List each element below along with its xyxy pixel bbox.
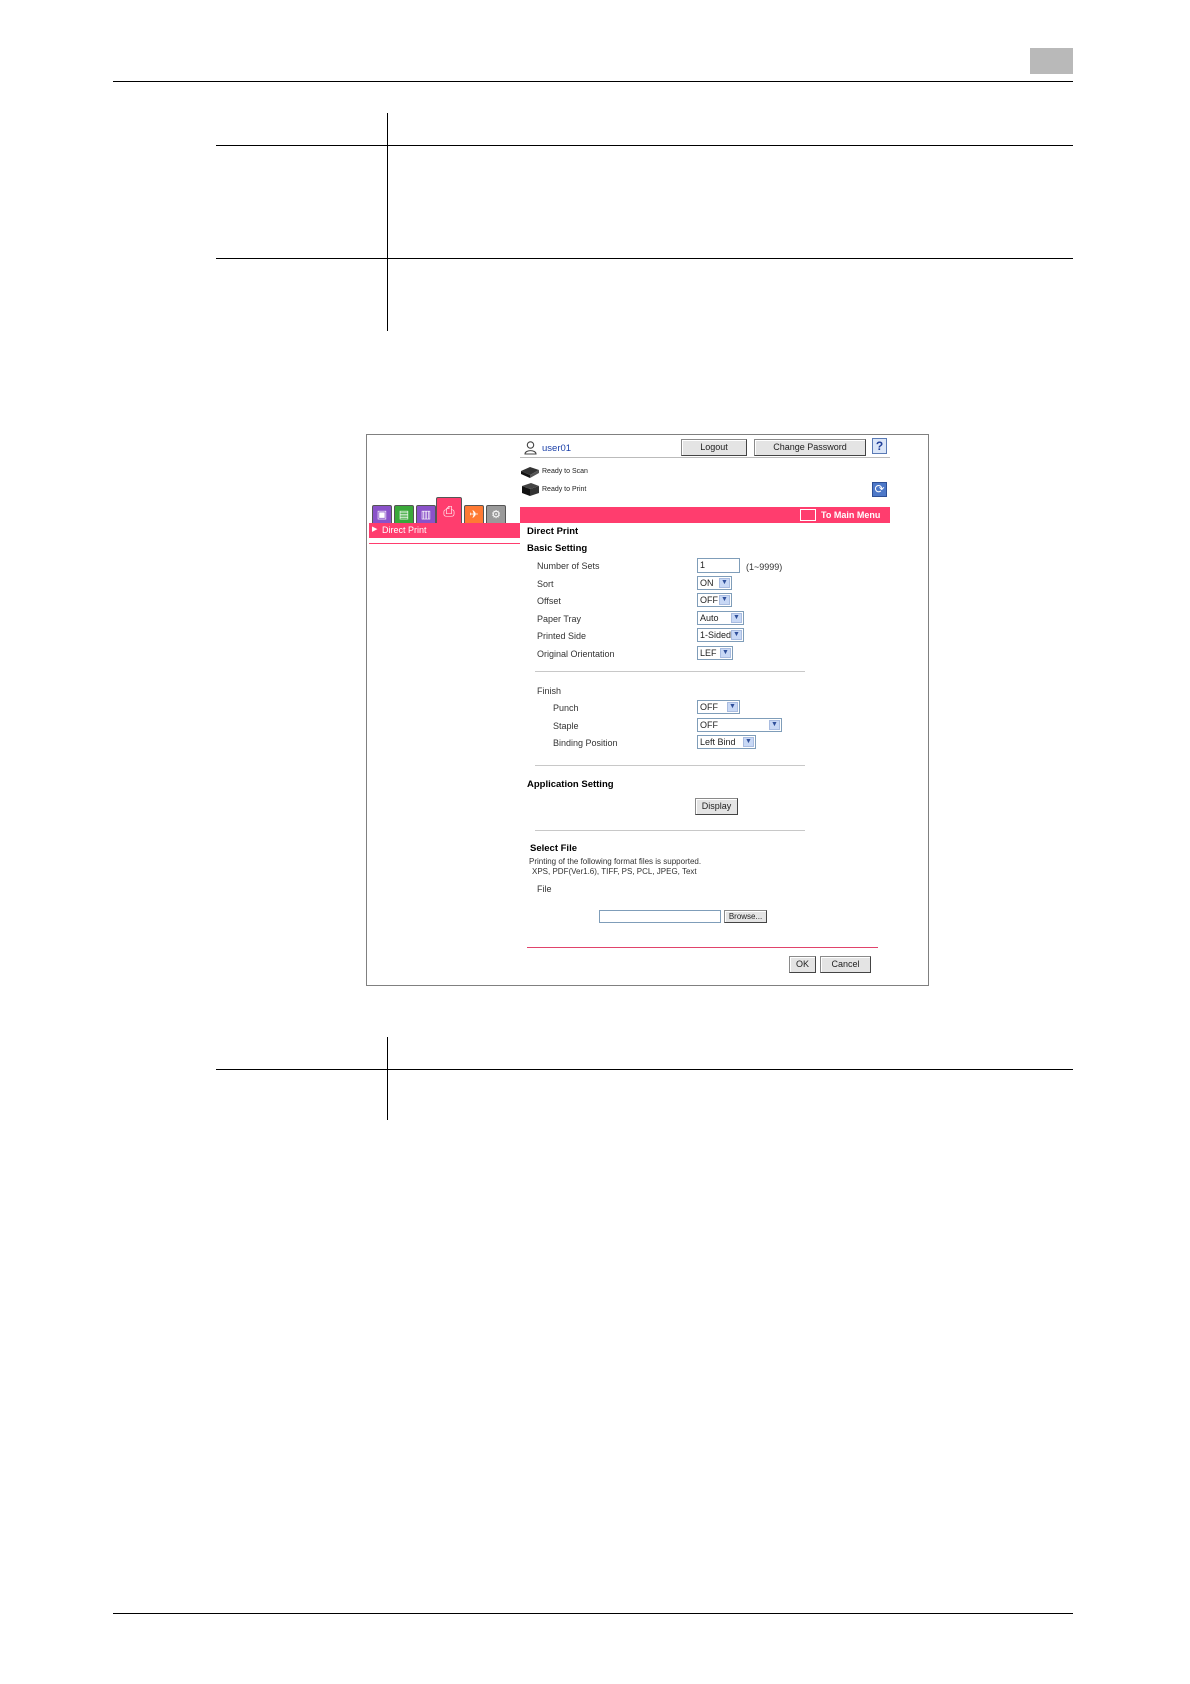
sort-label: Sort [537,579,554,589]
printer-icon [520,481,540,497]
table-rule [216,258,1073,259]
footer-rule [113,1613,1073,1614]
staple-select[interactable]: OFF ▼ [697,718,782,732]
sidebar-marker-icon: ▶ [372,526,378,533]
original-orientation-select[interactable]: LEF ▼ [697,646,733,660]
sort-select[interactable]: ON ▼ [697,576,732,590]
settings-icon[interactable]: ⚙ [486,505,506,525]
paper-tray-label: Paper Tray [537,614,582,624]
application-setting-heading: Application Setting [527,779,614,790]
display-button[interactable]: Display [695,798,738,815]
supported-formats: XPS, PDF(Ver1.6), TIFF, PS, PCL, JPEG, T… [532,867,697,876]
print-status: Ready to Print [542,486,587,493]
fax-icon[interactable]: ✈ [464,505,484,525]
chevron-down-icon: ▼ [719,595,730,605]
select-file-heading: Select File [530,843,577,854]
help-icon[interactable]: ? [872,438,887,454]
section-divider [535,671,805,672]
table-divider-vertical [387,1037,388,1120]
binding-position-select[interactable]: Left Bind ▼ [697,735,756,749]
change-password-button[interactable]: Change Password [754,439,866,456]
document-icon[interactable]: ▤ [394,505,414,525]
store-icon[interactable]: ▥ [416,505,436,525]
number-of-sets-label: Number of Sets [537,561,600,571]
to-main-menu-link[interactable]: To Main Menu [821,510,880,520]
number-of-sets-range: (1~9999) [746,562,783,572]
punch-label: Punch [553,703,579,713]
section-divider [535,765,805,766]
select-file-note: Printing of the following format files i… [529,857,702,866]
logout-button[interactable]: Logout [681,439,747,456]
staple-label: Staple [553,721,579,731]
basic-setting-heading: Basic Setting [527,543,588,554]
chevron-down-icon: ▼ [720,648,731,658]
offset-label: Offset [537,596,561,606]
sidebar-underline [369,543,520,544]
ok-button[interactable]: OK [789,956,816,973]
scanner-icon [520,465,540,479]
header-separator [520,457,890,458]
chevron-down-icon: ▼ [731,613,742,623]
chevron-down-icon: ▼ [731,630,742,640]
chevron-down-icon: ▼ [719,578,730,588]
file-label: File [537,884,552,894]
user-name: user01 [542,443,572,454]
box-icon[interactable]: ▣ [372,505,392,525]
punch-select[interactable]: OFF ▼ [697,700,740,714]
number-of-sets-input[interactable]: 1 [697,558,740,573]
browse-button[interactable]: Browse... [724,910,767,923]
page-tab-marker [1030,48,1073,74]
scan-status: Ready to Scan [542,468,588,475]
header-rule [113,81,1073,82]
page-title: Direct Print [527,526,579,537]
paper-tray-select[interactable]: Auto ▼ [697,611,744,625]
chevron-down-icon: ▼ [769,720,780,730]
binding-position-label: Binding Position [553,738,618,748]
printed-side-label: Printed Side [537,631,587,641]
chevron-down-icon: ▼ [743,737,754,747]
cancel-button[interactable]: Cancel [820,956,871,973]
table-rule [216,145,1073,146]
original-orientation-label: Original Orientation [537,649,615,659]
section-divider [535,830,805,831]
footer-divider [527,947,878,948]
printed-side-select[interactable]: 1-Sided ▼ [697,628,744,642]
direct-print-icon[interactable]: ⎙ [436,497,462,525]
offset-select[interactable]: OFF ▼ [697,593,732,607]
sidebar-item-label: Direct Print [382,525,427,535]
finish-heading: Finish [537,686,562,696]
chevron-down-icon: ▼ [727,702,738,712]
main-menu-icon[interactable] [800,509,816,521]
web-connection-screenshot: user01 Logout Change Password ? Ready to… [366,434,929,986]
table-rule [216,1069,1073,1070]
refresh-icon[interactable]: ⟳ [872,482,887,497]
user-icon [524,441,537,455]
file-path-input[interactable] [599,910,721,923]
